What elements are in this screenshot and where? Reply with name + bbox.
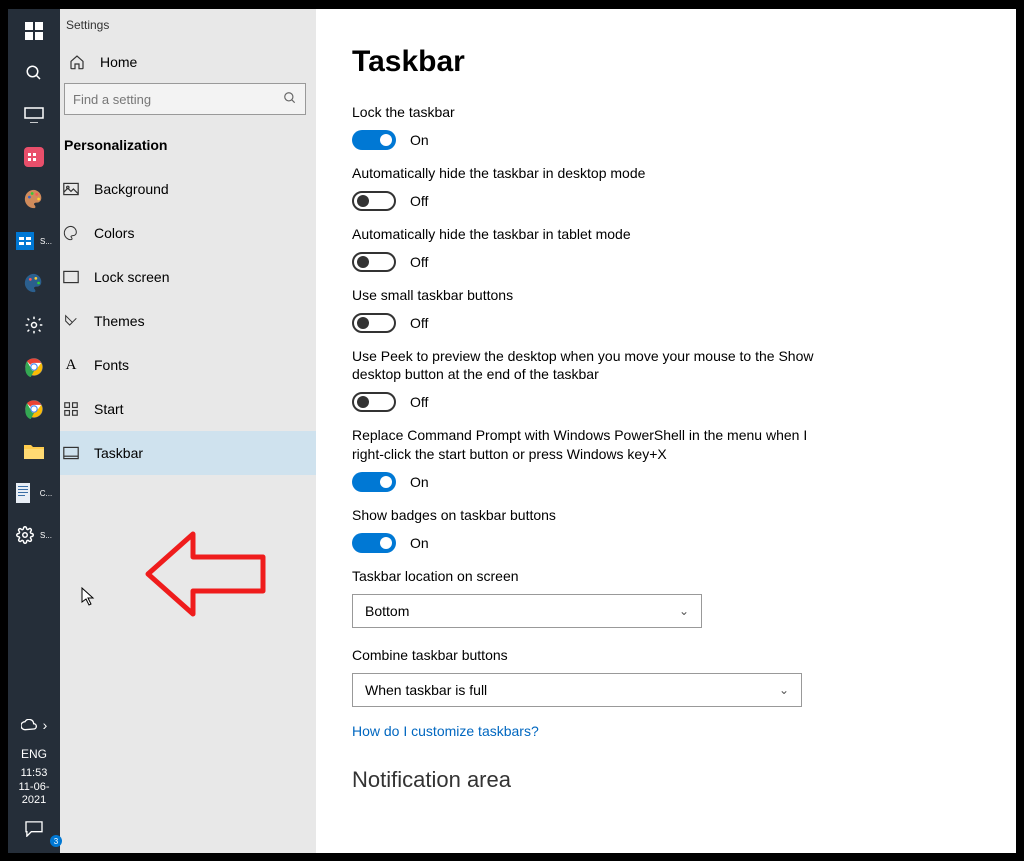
app-frame: S... C... S... (5, 6, 1019, 856)
clock[interactable]: 11:53 11-06-2021 (8, 767, 60, 807)
taskbar-app-palette[interactable] (8, 263, 60, 303)
sidebar-search[interactable]: Find a setting (64, 83, 306, 115)
toggle-state: Off (410, 254, 428, 270)
nav-background[interactable]: Background (60, 167, 316, 211)
toggle-switch[interactable] (352, 191, 396, 211)
home-icon (68, 53, 86, 71)
taskbar-app-document[interactable]: C... (8, 473, 60, 513)
toggle-state: On (410, 132, 429, 148)
setting-label: Taskbar location on screen (352, 567, 832, 586)
settings-content: Taskbar Lock the taskbar On Automaticall… (316, 9, 1016, 853)
taskbar-app-file-explorer[interactable] (8, 431, 60, 471)
taskbar-app-chrome-1[interactable] (8, 347, 60, 387)
task-view-icon[interactable] (8, 95, 60, 135)
picture-icon (62, 180, 80, 198)
toggle-state: Off (410, 315, 428, 331)
toggle-state: On (410, 474, 429, 490)
tray-overflow[interactable]: › (8, 709, 60, 741)
nav-start[interactable]: Start (60, 387, 316, 431)
taskbar-app-store[interactable]: S... (8, 221, 60, 261)
toggle-switch[interactable] (352, 472, 396, 492)
toggle-switch[interactable] (352, 252, 396, 272)
setting-autohide-tablet: Automatically hide the taskbar in tablet… (352, 225, 980, 272)
sidebar-section: Personalization (60, 131, 316, 167)
setting-label: Lock the taskbar (352, 103, 832, 122)
start-grid-icon (62, 400, 80, 418)
search-icon (283, 91, 297, 108)
palette-icon (62, 224, 80, 242)
taskbar-app-chrome-2[interactable] (8, 389, 60, 429)
chevron-down-icon: ⌄ (779, 683, 789, 697)
window-title: Settings (60, 11, 316, 39)
setting-small-buttons: Use small taskbar buttons Off (352, 286, 980, 333)
setting-combine-buttons: Combine taskbar buttons When taskbar is … (352, 646, 980, 707)
toggle-switch[interactable] (352, 130, 396, 150)
taskbar-app-label: S... (40, 531, 52, 540)
nav-fonts[interactable]: A Fonts (60, 343, 316, 387)
location-select[interactable]: Bottom ⌄ (352, 594, 702, 628)
nav-item-label: Taskbar (94, 445, 143, 461)
select-value: When taskbar is full (365, 682, 487, 698)
setting-label: Automatically hide the taskbar in deskto… (352, 164, 832, 183)
taskbar-app-calendar[interactable] (8, 137, 60, 177)
nav-item-label: Colors (94, 225, 134, 241)
clock-date: 11-06-2021 (8, 781, 60, 807)
search-icon[interactable] (8, 53, 60, 93)
nav-colors[interactable]: Colors (60, 211, 316, 255)
taskbar-app-tools[interactable] (8, 305, 60, 345)
setting-label: Automatically hide the taskbar in tablet… (352, 225, 832, 244)
toggle-switch[interactable] (352, 313, 396, 333)
taskbar-app-label: C... (40, 489, 52, 498)
setting-label: Use small taskbar buttons (352, 286, 832, 305)
toggle-state: On (410, 535, 429, 551)
toggle-state: Off (410, 193, 428, 209)
clock-time: 11:53 (8, 767, 60, 780)
nav-item-label: Background (94, 181, 169, 197)
setting-powershell: Replace Command Prompt with Windows Powe… (352, 426, 980, 492)
windows-taskbar: S... C... S... (8, 9, 60, 853)
nav-themes[interactable]: Themes (60, 299, 316, 343)
nav-home[interactable]: Home (60, 39, 316, 81)
nav-home-label: Home (100, 54, 137, 70)
setting-badges: Show badges on taskbar buttons On (352, 506, 980, 553)
toggle-switch[interactable] (352, 392, 396, 412)
taskbar-app-label: S... (40, 237, 52, 246)
setting-taskbar-location: Taskbar location on screen Bottom ⌄ (352, 567, 980, 628)
select-value: Bottom (365, 603, 409, 619)
nav-taskbar[interactable]: Taskbar (60, 431, 316, 475)
themes-icon (62, 312, 80, 330)
settings-sidebar: Settings Home Find a setting Personaliza… (60, 9, 316, 853)
combine-select[interactable]: When taskbar is full ⌄ (352, 673, 802, 707)
lock-screen-icon (62, 268, 80, 286)
setting-label: Use Peek to preview the desktop when you… (352, 347, 832, 385)
setting-lock-taskbar: Lock the taskbar On (352, 103, 980, 150)
notification-badge: 3 (50, 835, 62, 847)
nav-item-label: Lock screen (94, 269, 169, 285)
font-icon: A (62, 356, 80, 374)
setting-label: Show badges on taskbar buttons (352, 506, 832, 525)
toggle-switch[interactable] (352, 533, 396, 553)
setting-label: Replace Command Prompt with Windows Powe… (352, 426, 832, 464)
start-button[interactable] (8, 11, 60, 51)
taskbar-icon (62, 444, 80, 462)
language-indicator[interactable]: ENG (21, 747, 47, 761)
section-heading: Notification area (352, 767, 980, 793)
nav-item-label: Start (94, 401, 124, 417)
taskbar-app-settings-active[interactable]: S... (8, 515, 60, 555)
toggle-state: Off (410, 394, 428, 410)
setting-peek: Use Peek to preview the desktop when you… (352, 347, 980, 413)
nav-item-label: Fonts (94, 357, 129, 373)
setting-label: Combine taskbar buttons (352, 646, 832, 665)
setting-autohide-desktop: Automatically hide the taskbar in deskto… (352, 164, 980, 211)
chevron-down-icon: ⌄ (679, 604, 689, 618)
nav-item-label: Themes (94, 313, 145, 329)
taskbar-app-paint[interactable] (8, 179, 60, 219)
action-center-icon[interactable]: 3 (8, 813, 60, 845)
settings-window: Settings Home Find a setting Personaliza… (60, 9, 1016, 853)
page-title: Taskbar (352, 45, 980, 79)
nav-lock-screen[interactable]: Lock screen (60, 255, 316, 299)
help-link[interactable]: How do I customize taskbars? (352, 723, 980, 739)
search-placeholder: Find a setting (73, 92, 151, 107)
